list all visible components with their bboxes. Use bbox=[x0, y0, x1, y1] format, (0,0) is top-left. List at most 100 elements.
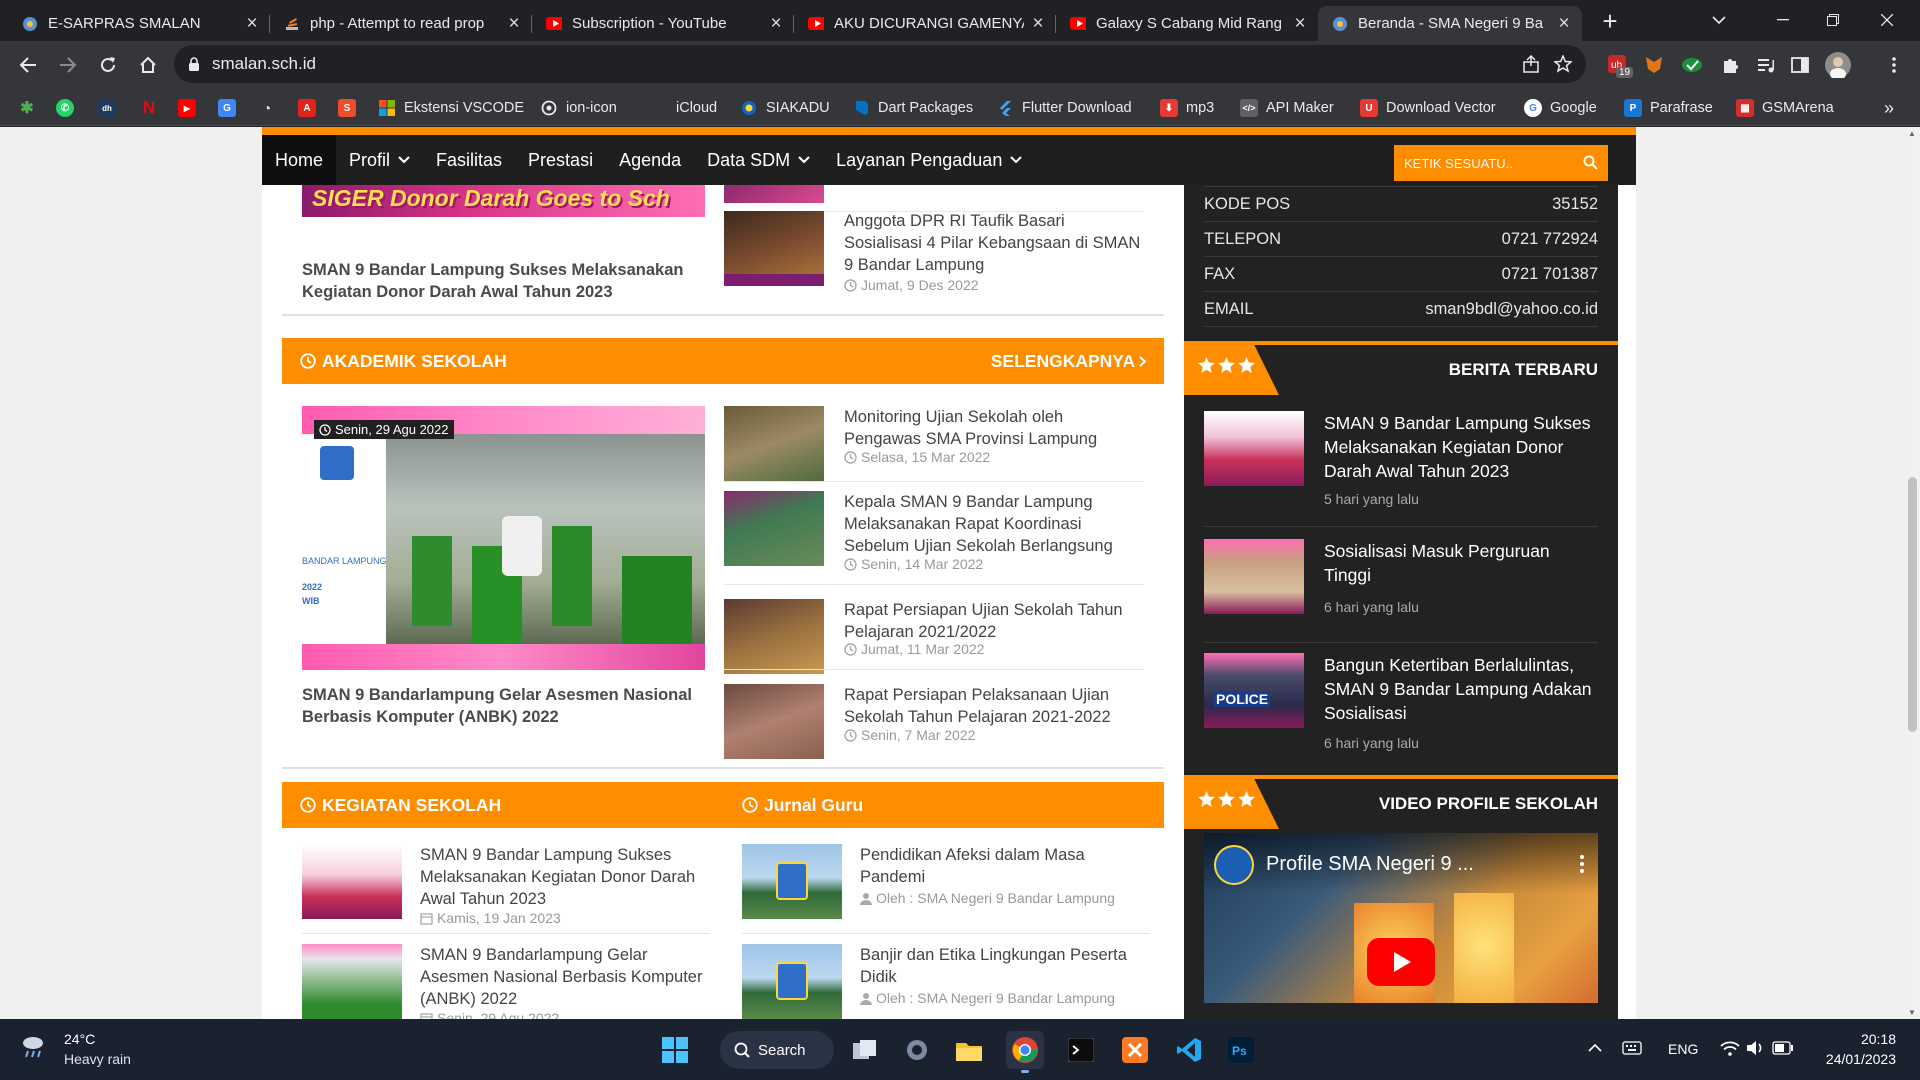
article-title[interactable]: Anggota DPR RI Taufik Basari Sosialisasi… bbox=[844, 210, 1144, 276]
article-thumbnail[interactable] bbox=[742, 944, 842, 1019]
sidebar-news-item[interactable]: Sosialisasi Masuk Perguruan Tinggi 6 har… bbox=[1204, 539, 1598, 643]
settings-gear-icon[interactable] bbox=[898, 1031, 936, 1069]
bookmark-mp3[interactable]: ⬇ mp3 bbox=[1160, 96, 1214, 120]
language-indicator[interactable]: ENG bbox=[1668, 1041, 1698, 1057]
news-title[interactable]: Bangun Ketertiban Berlalulintas, SMAN 9 … bbox=[1324, 653, 1598, 725]
weather-desc[interactable]: Heavy rain bbox=[64, 1051, 131, 1067]
share-icon[interactable] bbox=[1522, 55, 1540, 73]
bookmark-speedometer[interactable]: ◔ bbox=[258, 96, 284, 120]
play-button-icon[interactable] bbox=[1367, 938, 1435, 986]
article-thumbnail[interactable] bbox=[302, 844, 402, 919]
bookmark-netflix[interactable]: N bbox=[140, 96, 166, 120]
tab-beranda[interactable]: Beranda - SMA Negeri 9 Ba × bbox=[1318, 6, 1582, 41]
task-view-icon[interactable] bbox=[846, 1031, 884, 1069]
url-text[interactable]: smalan.sch.id bbox=[212, 54, 1522, 74]
back-button[interactable] bbox=[12, 49, 44, 81]
volume-icon[interactable] bbox=[1746, 1040, 1766, 1056]
chevron-up-icon[interactable] bbox=[1588, 1043, 1602, 1052]
chrome-menu-icon[interactable] bbox=[1880, 51, 1908, 79]
news-title[interactable]: Sosialisasi Masuk Perguruan Tinggi bbox=[1324, 539, 1598, 587]
bookmark-translate[interactable]: G bbox=[218, 96, 244, 120]
taskbar-search[interactable]: Search bbox=[720, 1031, 834, 1069]
photoshop-icon[interactable]: Ps bbox=[1222, 1031, 1260, 1069]
article-title[interactable]: Monitoring Ujian Sekolah oleh Pengawas S… bbox=[844, 406, 1144, 450]
video-title[interactable]: Profile SMA Negeri 9 ... bbox=[1266, 853, 1474, 876]
close-window-button[interactable] bbox=[1864, 0, 1910, 40]
featured-article-title[interactable]: SMAN 9 Bandarlampung Gelar Asesmen Nasio… bbox=[302, 684, 707, 728]
article-title[interactable]: Kepala SMAN 9 Bandar Lampung Melaksanaka… bbox=[844, 491, 1144, 557]
search-icon[interactable] bbox=[1583, 155, 1598, 170]
clock-date[interactable]: 24/01/2023 bbox=[1802, 1051, 1896, 1067]
bookmark-siakadu[interactable]: SIAKADU bbox=[740, 96, 830, 120]
more-options-icon[interactable] bbox=[1580, 855, 1584, 873]
channel-avatar[interactable] bbox=[1214, 845, 1254, 885]
xampp-icon[interactable] bbox=[1116, 1031, 1154, 1069]
bookmark-parafrase[interactable]: P Parafrase bbox=[1624, 96, 1713, 120]
article-title[interactable]: SMAN 9 Bandar Lampung Sukses Melaksanaka… bbox=[302, 259, 702, 303]
battery-icon[interactable] bbox=[1772, 1041, 1794, 1055]
tab-aku-dicurangi[interactable]: AKU DICURANGI GAMENYA × bbox=[794, 6, 1056, 41]
nav-fasilitas[interactable]: Fasilitas bbox=[423, 135, 515, 185]
article-title[interactable]: Banjir dan Etika Lingkungan Peserta Didi… bbox=[860, 944, 1150, 988]
news-thumbnail[interactable] bbox=[1204, 539, 1304, 614]
scroll-up-icon[interactable]: ▲ bbox=[1908, 129, 1916, 138]
side-panel-icon[interactable] bbox=[1786, 51, 1814, 79]
sidebar-news-item[interactable]: POLICE Bangun Ketertiban Berlalulintas, … bbox=[1204, 653, 1598, 757]
nav-home[interactable]: Home bbox=[262, 135, 337, 185]
news-thumbnail[interactable]: POLICE bbox=[1204, 653, 1304, 728]
article-thumbnail[interactable] bbox=[724, 211, 824, 286]
tab-e-sarpras[interactable]: E-SARPRAS SMALAN × bbox=[8, 6, 270, 41]
reload-button[interactable] bbox=[92, 49, 124, 81]
tab-close-icon[interactable]: × bbox=[506, 14, 522, 33]
article-title[interactable]: Rapat Persiapan Ujian Sekolah Tahun Pela… bbox=[844, 599, 1144, 643]
nav-data-sdm[interactable]: Data SDM bbox=[694, 135, 823, 185]
media-control-icon[interactable] bbox=[1752, 51, 1780, 79]
article-title[interactable]: Pendidikan Afeksi dalam Masa Pandemi bbox=[860, 844, 1150, 888]
nav-agenda[interactable]: Agenda bbox=[606, 135, 694, 185]
bookmark-api-maker[interactable]: </> API Maker bbox=[1240, 96, 1334, 120]
article-title[interactable]: SMAN 9 Bandar Lampung Sukses Melaksanaka… bbox=[420, 844, 710, 910]
bookmark-flutter-download[interactable]: Flutter Download bbox=[996, 96, 1132, 120]
tab-galaxy[interactable]: Galaxy S Cabang Mid Rang × bbox=[1056, 6, 1318, 41]
tab-close-icon[interactable]: × bbox=[768, 14, 784, 33]
chrome-icon[interactable] bbox=[1006, 1031, 1044, 1073]
bookmark-dart-packages[interactable]: Dart Packages bbox=[852, 96, 973, 120]
youtube-video-embed[interactable]: Profile SMA Negeri 9 ... bbox=[1204, 833, 1598, 1003]
nav-profil[interactable]: Profil bbox=[336, 135, 423, 185]
bookmark-download-vector[interactable]: U Download Vector bbox=[1360, 96, 1496, 120]
metamask-icon[interactable] bbox=[1640, 51, 1668, 79]
search-input[interactable] bbox=[1404, 155, 1564, 171]
article-thumbnail[interactable] bbox=[724, 491, 824, 566]
news-thumbnail[interactable] bbox=[1204, 411, 1304, 486]
article-thumbnail[interactable] bbox=[724, 684, 824, 759]
minimize-button[interactable] bbox=[1760, 0, 1806, 40]
bookmark-dh[interactable]: dh bbox=[98, 96, 124, 120]
tab-search-chevron-icon[interactable] bbox=[1696, 0, 1742, 40]
extension-badge-icon[interactable]: ub 19 bbox=[1604, 51, 1634, 79]
article-thumbnail[interactable] bbox=[724, 185, 824, 203]
sidebar-news-item[interactable]: SMAN 9 Bandar Lampung Sukses Melaksanaka… bbox=[1204, 411, 1598, 527]
article-title[interactable]: Rapat Persiapan Pelaksanaan Ujian Sekola… bbox=[844, 684, 1144, 728]
bookmark-star-icon[interactable] bbox=[1554, 55, 1572, 73]
article-thumbnail[interactable] bbox=[724, 406, 824, 481]
news-title[interactable]: SMAN 9 Bandar Lampung Sukses Melaksanaka… bbox=[1324, 411, 1598, 483]
tab-close-icon[interactable]: × bbox=[1556, 14, 1572, 33]
vscode-icon[interactable] bbox=[1170, 1031, 1208, 1069]
email-link[interactable]: sman9bdl@yahoo.co.id bbox=[1425, 300, 1598, 319]
vpn-extension-icon[interactable] bbox=[1678, 51, 1706, 79]
tab-subscription[interactable]: Subscription - YouTube × bbox=[532, 6, 794, 41]
bookmark-shopee[interactable]: S bbox=[338, 96, 364, 120]
wifi-icon[interactable] bbox=[1720, 1040, 1740, 1056]
nav-layanan-pengaduan[interactable]: Layanan Pengaduan bbox=[823, 135, 1035, 185]
clock-time[interactable]: 20:18 bbox=[1820, 1031, 1896, 1047]
selengkapnya-link[interactable]: SELENGKAPNYA bbox=[991, 351, 1146, 372]
article-thumbnail[interactable] bbox=[742, 844, 842, 919]
restore-button[interactable] bbox=[1810, 0, 1856, 40]
profile-avatar[interactable] bbox=[1824, 51, 1852, 79]
article-thumbnail[interactable] bbox=[724, 599, 824, 674]
article-title[interactable]: SMAN 9 Bandarlampung Gelar Asesmen Nasio… bbox=[420, 944, 710, 1010]
forward-button[interactable] bbox=[52, 49, 84, 81]
new-tab-button[interactable]: + bbox=[1596, 8, 1624, 36]
rain-cloud-icon[interactable] bbox=[20, 1033, 46, 1059]
extensions-puzzle-icon[interactable] bbox=[1716, 51, 1744, 79]
